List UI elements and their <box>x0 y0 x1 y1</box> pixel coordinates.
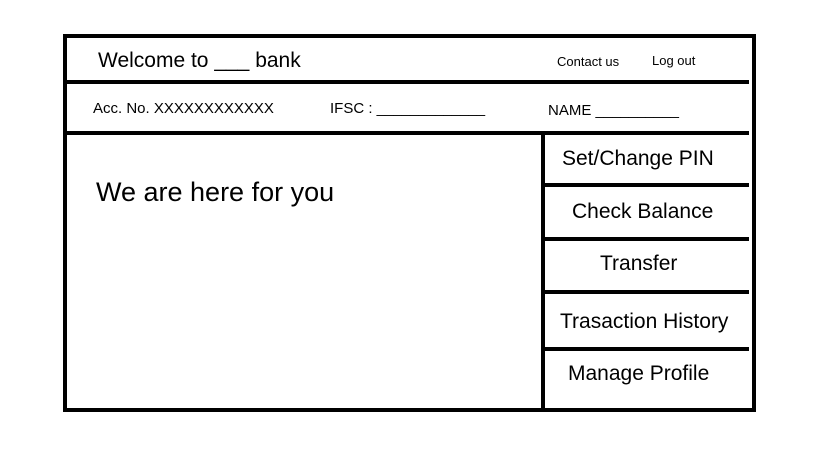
menu-divider <box>545 347 749 351</box>
menu-divider <box>545 183 749 187</box>
contact-us-link[interactable]: Contact us <box>557 55 619 68</box>
menu-divider <box>545 237 749 241</box>
account-number: Acc. No. XXXXXXXXXXXX <box>93 100 274 117</box>
ifsc-field: IFSC : _____________ <box>330 100 486 117</box>
check-balance-button[interactable]: Check Balance <box>572 201 713 222</box>
welcome-title: Welcome to ___ bank <box>98 49 301 72</box>
transaction-history-button[interactable]: Trasaction History <box>560 311 728 332</box>
sidebar-divider <box>541 135 545 408</box>
main-message: We are here for you <box>96 177 335 207</box>
set-change-pin-button[interactable]: Set/Change PIN <box>562 148 714 169</box>
bank-wireframe-frame <box>63 34 756 412</box>
log-out-link[interactable]: Log out <box>652 54 695 67</box>
account-bar-divider <box>67 131 749 135</box>
header-divider <box>67 80 749 84</box>
transfer-button[interactable]: Transfer <box>600 253 677 274</box>
name-field: NAME __________ <box>548 102 679 119</box>
manage-profile-button[interactable]: Manage Profile <box>568 363 709 384</box>
menu-divider <box>545 290 749 294</box>
